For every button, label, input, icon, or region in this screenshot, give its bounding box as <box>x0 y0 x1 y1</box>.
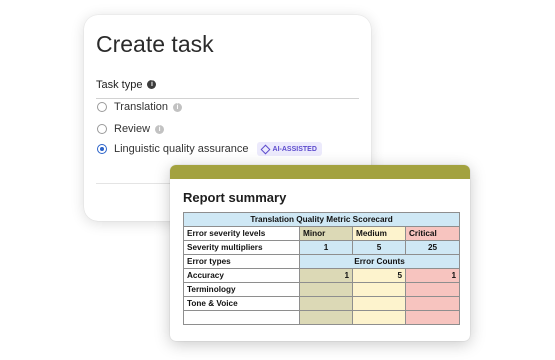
badge-label: AI-ASSISTED <box>272 145 317 153</box>
row-label: Error types <box>183 254 300 269</box>
task-type-header: Task type i <box>96 76 359 99</box>
report-summary-card: Report summary Translation Quality Metri… <box>170 165 470 341</box>
level-medium: Medium <box>352 226 406 241</box>
page-title: Create task <box>96 31 214 57</box>
count-cell[interactable] <box>404 282 461 297</box>
option-review[interactable]: Review i <box>97 122 165 136</box>
row-label: Error severity levels <box>183 226 300 241</box>
error-type-cell <box>183 310 300 325</box>
multiplier-cell: 5 <box>352 240 406 255</box>
sparkle-icon <box>260 144 270 154</box>
count-cell[interactable] <box>352 310 406 325</box>
report-title: Report summary <box>183 190 287 205</box>
table-row: Severity multipliers 1 5 25 <box>183 240 461 255</box>
ai-assisted-badge: AI-ASSISTED <box>256 142 322 156</box>
scorecard-title: Translation Quality Metric Scorecard <box>182 212 461 227</box>
table-row: Error types Error Counts <box>183 254 461 269</box>
count-cell[interactable] <box>352 282 406 297</box>
count-cell[interactable] <box>404 310 461 325</box>
error-counts-header: Error Counts <box>298 254 461 269</box>
info-icon[interactable]: i <box>147 80 157 90</box>
scorecard-table: Translation Quality Metric Scorecard Err… <box>182 212 461 325</box>
table-row <box>183 310 461 325</box>
count-cell[interactable] <box>352 296 406 311</box>
count-cell[interactable] <box>299 310 353 325</box>
info-icon[interactable]: i <box>173 102 183 112</box>
radio-button[interactable] <box>97 124 107 134</box>
count-cell[interactable] <box>299 282 353 297</box>
option-lqa[interactable]: Linguistic quality assurance AI-ASSISTED <box>97 142 322 156</box>
table-row: Accuracy 1 5 1 <box>183 268 461 283</box>
error-type-cell: Accuracy <box>183 268 300 283</box>
row-label: Severity multipliers <box>183 240 300 255</box>
radio-button-selected[interactable] <box>97 144 107 154</box>
table-row: Terminology <box>183 282 461 297</box>
count-cell[interactable]: 1 <box>299 268 353 283</box>
radio-button[interactable] <box>97 102 107 112</box>
option-label: Linguistic quality assurance <box>114 143 249 155</box>
count-cell[interactable] <box>404 296 461 311</box>
option-label: Translation <box>114 101 169 113</box>
table-row: Error severity levels Minor Medium Criti… <box>183 226 461 241</box>
multiplier-cell: 1 <box>299 240 353 255</box>
count-cell[interactable] <box>299 296 353 311</box>
error-type-cell: Tone & Voice <box>183 296 300 311</box>
level-minor: Minor <box>299 226 353 241</box>
error-type-cell: Terminology <box>183 282 300 297</box>
multiplier-cell: 25 <box>404 240 461 255</box>
option-label: Review <box>114 123 151 135</box>
count-cell[interactable]: 5 <box>352 268 406 283</box>
level-critical: Critical <box>404 226 461 241</box>
table-row: Translation Quality Metric Scorecard <box>182 212 461 227</box>
accent-bar <box>170 165 470 179</box>
info-icon[interactable]: i <box>155 124 165 134</box>
option-translation[interactable]: Translation i <box>97 100 183 114</box>
count-cell[interactable]: 1 <box>404 268 461 283</box>
table-row: Tone & Voice <box>183 296 461 311</box>
task-type-label: Task type <box>96 78 143 91</box>
